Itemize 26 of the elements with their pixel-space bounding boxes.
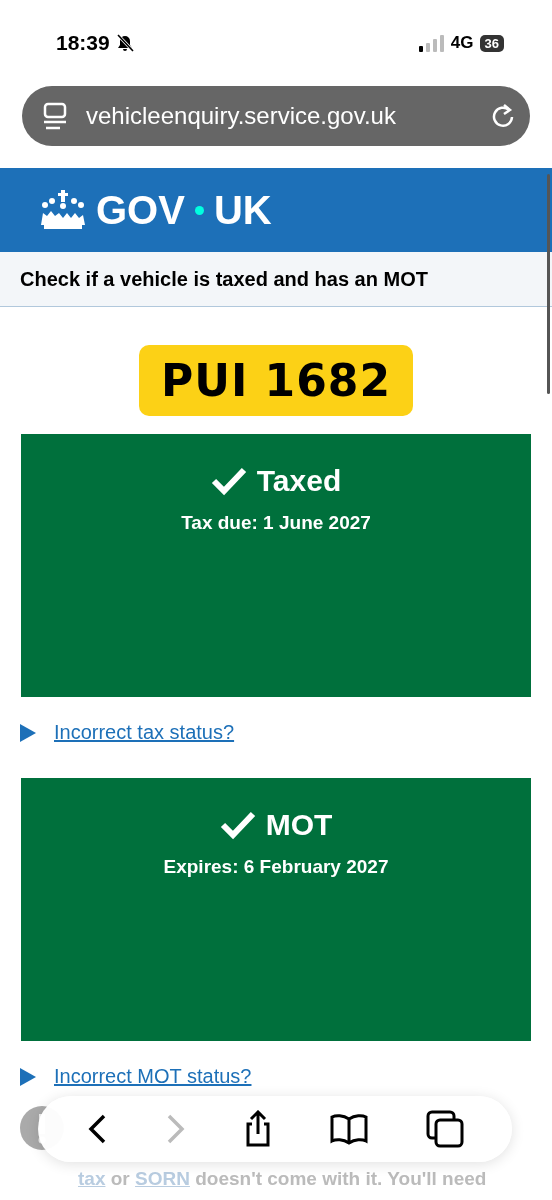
network-label: 4G — [450, 33, 474, 53]
battery-level: 36 — [479, 34, 504, 52]
details-link[interactable]: Incorrect tax status? — [54, 721, 235, 744]
logo-text[interactable]: UK — [213, 187, 272, 233]
page-menu-icon — [42, 102, 68, 130]
logo-text[interactable]: GOV — [96, 187, 185, 233]
muted-bell-icon — [115, 34, 134, 52]
number-plate: PUI 1682 — [138, 345, 414, 416]
logo-dot-icon — [194, 205, 204, 215]
triangle-icon — [20, 1067, 36, 1086]
signal-icon — [418, 34, 445, 52]
url-text: vehicleenquiry.service.gov.uk — [86, 102, 397, 130]
checkmark-icon — [210, 466, 247, 496]
status-detail: Expires: 6 February 2027 — [163, 856, 389, 878]
status-detail: Tax due: 1 June 2027 — [181, 512, 371, 534]
service-name: Check if a vehicle is taxed and has an MOT — [20, 267, 428, 291]
warning-text: tax or SORN doesn't come with it. You'll need — [78, 1168, 487, 1190]
time: 18:39 — [56, 31, 110, 55]
address-bar[interactable]: vehicleenquiry.service.gov.uk — [22, 86, 530, 146]
details-link[interactable]: Incorrect MOT status? — [54, 1065, 252, 1088]
checkmark-icon — [219, 810, 256, 840]
triangle-icon — [20, 723, 36, 742]
reload-icon[interactable] — [490, 102, 516, 130]
status-title: Taxed — [210, 464, 342, 498]
status-title: MOT — [219, 808, 333, 842]
crown-icon — [40, 189, 86, 231]
